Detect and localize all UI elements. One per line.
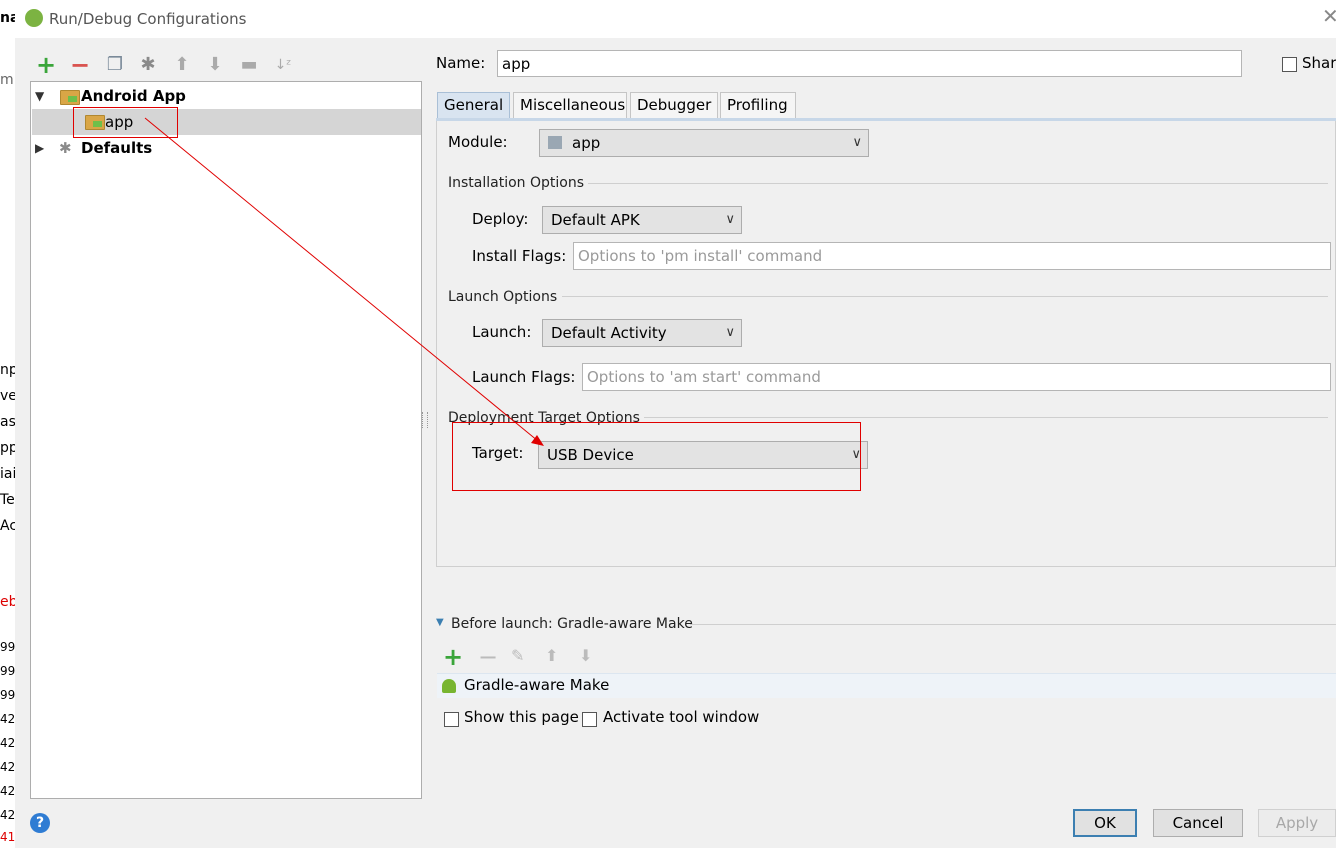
annotation-arrow-line [144,117,539,442]
annotation-arrow [144,117,544,446]
